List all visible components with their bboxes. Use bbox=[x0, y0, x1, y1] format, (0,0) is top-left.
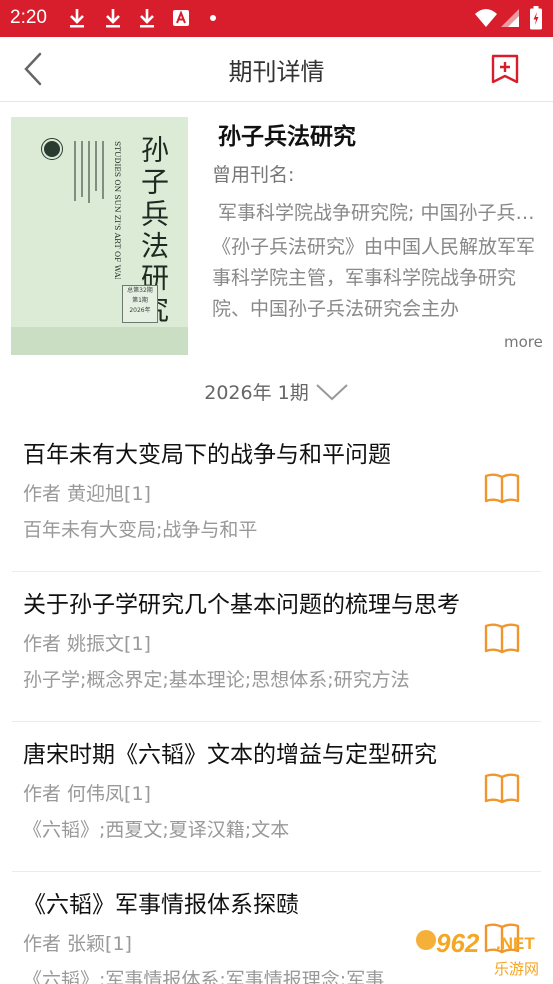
status-time: 2:20 bbox=[10, 7, 47, 28]
journal-seal-icon bbox=[41, 138, 63, 160]
svg-text:STUDIES ON SUN ZI'S ART OF WAR: STUDIES ON SUN ZI'S ART OF WAR bbox=[113, 141, 122, 279]
download-icon bbox=[140, 9, 154, 28]
journal-description: 《孙子兵法研究》由中国人民解放军军事科学院主管，军事科学院战争研究院、中国孙子兵… bbox=[212, 236, 536, 320]
article-author: 作者 张颖[1] bbox=[23, 933, 132, 955]
cover-band bbox=[11, 327, 188, 355]
battery-icon bbox=[530, 6, 542, 30]
watermark-number: 962 bbox=[436, 928, 480, 958]
article-title: 百年未有大变局下的战争与和平问题 bbox=[23, 442, 391, 468]
article-author: 作者 姚振文[1] bbox=[23, 633, 151, 655]
cover-english-title: STUDIES ON SUN ZI'S ART OF WAR bbox=[113, 141, 122, 279]
article-keywords: 《六韬》;西夏文;夏译汉籍;文本 bbox=[23, 819, 290, 841]
more-link[interactable]: more bbox=[504, 333, 543, 351]
site-watermark: 962 .NET 乐游网 bbox=[416, 924, 553, 984]
download-icon bbox=[70, 9, 84, 28]
wifi-icon bbox=[475, 9, 497, 27]
nav-bar: 期刊详情 bbox=[0, 37, 553, 102]
former-name-label: 曾用刊名: bbox=[212, 164, 295, 186]
journal-name: 孙子兵法研究 bbox=[218, 124, 356, 150]
cover-publisher-lines bbox=[74, 141, 104, 203]
article-title: 关于孙子学研究几个基本问题的梳理与思考 bbox=[23, 592, 460, 618]
download-icon bbox=[106, 9, 120, 28]
article-title: 唐宋时期《六韬》文本的增益与定型研究 bbox=[23, 742, 437, 768]
book-open-icon[interactable] bbox=[484, 621, 520, 655]
article-title: 《六韬》军事情报体系探赜 bbox=[23, 892, 299, 918]
status-bar: 2:20 bbox=[0, 0, 553, 37]
watermark-logo-icon bbox=[416, 930, 436, 950]
article-keywords: 百年未有大变局;战争与和平 bbox=[23, 519, 258, 541]
journal-cover[interactable]: STUDIES ON SUN ZI'S ART OF WAR 孙子兵法研究 总第… bbox=[11, 117, 188, 355]
article-keywords: 孙子学;概念界定;基本理论;思想体系;研究方法 bbox=[23, 669, 410, 691]
article-item[interactable]: 唐宋时期《六韬》文本的增益与定型研究 作者 何伟凤[1] 《六韬》;西夏文;夏译… bbox=[12, 722, 541, 872]
article-author: 作者 何伟凤[1] bbox=[23, 783, 151, 805]
book-open-icon[interactable] bbox=[484, 471, 520, 505]
issue-selector[interactable]: 2026年 1期 bbox=[0, 378, 553, 414]
article-item[interactable]: 百年未有大变局下的战争与和平问题 作者 黄迎旭[1] 百年未有大变局;战争与和平 bbox=[12, 422, 541, 572]
cover-issue-box: 总第32期 第1期 2026年 bbox=[122, 285, 158, 323]
article-author: 作者 黄迎旭[1] bbox=[23, 483, 151, 505]
chevron-down-icon bbox=[316, 383, 348, 400]
issue-label: 2026年 1期 bbox=[204, 382, 309, 404]
signal-icon bbox=[501, 9, 519, 27]
article-item[interactable]: 关于孙子学研究几个基本问题的梳理与思考 作者 姚振文[1] 孙子学;概念界定;基… bbox=[12, 572, 541, 722]
font-icon bbox=[173, 10, 189, 26]
watermark-suffix: .NET bbox=[496, 934, 535, 953]
journal-info: STUDIES ON SUN ZI'S ART OF WAR 孙子兵法研究 总第… bbox=[0, 103, 553, 365]
article-keywords: 《六韬》;军事情报体系;军事情报理念;军事 bbox=[23, 969, 385, 984]
former-name-value: 军事科学院战争研究院; 中国孙子兵法研究会 bbox=[218, 202, 538, 224]
watermark-caption: 乐游网 bbox=[494, 960, 540, 978]
notification-dot bbox=[210, 15, 216, 21]
page-title: 期刊详情 bbox=[228, 58, 325, 86]
bookmark-add-icon[interactable] bbox=[490, 54, 520, 84]
book-open-icon[interactable] bbox=[484, 771, 520, 805]
